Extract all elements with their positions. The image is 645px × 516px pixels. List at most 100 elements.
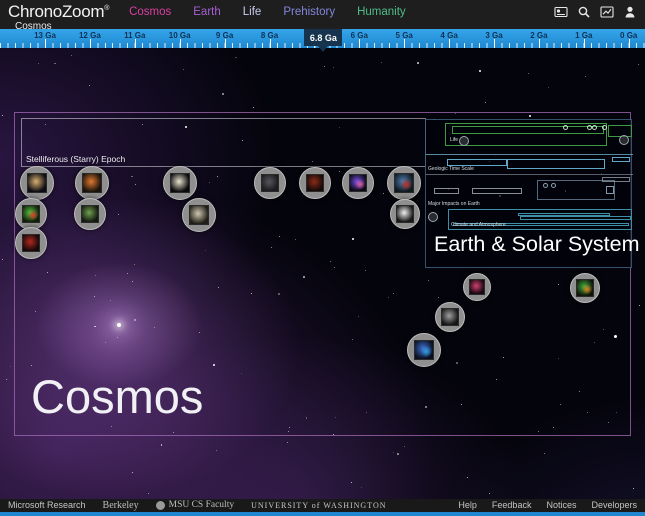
region-title-stelliferous: Stelliferous (Starry) Epoch [26,154,125,164]
dark-panel-exhibit[interactable] [254,167,286,199]
timeline-life[interactable]: Life [445,123,607,146]
collage-panels-exhibit[interactable] [387,166,421,200]
galaxy-cluster-exhibit[interactable] [163,166,197,200]
gts-sub-timeline [507,159,605,169]
white-square-exhibit[interactable] [390,199,420,229]
red-panels-exhibit[interactable] [15,227,47,259]
ruler-tick [359,39,360,48]
blue-pink-nebula-exhibit-thumbnail [349,174,368,193]
nav-item-humanity[interactable]: Humanity [357,6,406,18]
gray-rock-exhibit-thumbnail [441,308,458,325]
ruler-tick-label: 13 Ga [25,31,65,40]
footer-bar: Microsoft Research Berkeley MSU CS Faculty… [0,499,645,512]
ruler-tick [270,39,271,48]
white-square-exhibit-thumbnail [396,205,413,222]
cmb-map-exhibit-thumbnail [22,205,41,224]
timeline-region-stelliferous[interactable]: Stelliferous (Starry) Epoch [21,118,426,167]
exhibit-dot[interactable] [592,125,597,130]
top-navbar: ChronoZoom® Cosmos Earth Life Prehistory Hum… [0,0,645,29]
ruler-tick-label: 5 Ga [384,31,424,40]
footer-sponsors: Microsoft Research Berkeley MSU CS Faculty… [8,500,387,511]
ruler-tick-label: 8 Ga [250,31,290,40]
region-title-cosmos: Cosmos [31,369,203,424]
exhibit-dot[interactable] [543,183,548,188]
timeline-label-life: Life [450,138,458,143]
footer-logo-msu-cs-faculty[interactable]: MSU CS Faculty [156,500,234,511]
impacts-inner-box [606,186,614,194]
timeline-major-impacts[interactable]: Major Impacts on Earth [426,180,633,207]
earth-planet-exhibit-thumbnail [414,340,434,360]
gray-rock-exhibit[interactable] [435,302,465,332]
footer-links: Help Feedback Notices Developers [458,500,637,511]
ruler-tick [494,39,495,48]
marker-arrow-icon [318,46,328,52]
timeline-label-climate-atmosphere: Climate and Atmosphere [451,223,506,228]
timeline-climate-atmosphere[interactable]: Climate and Atmosphere [448,209,632,230]
exhibit-dot[interactable] [563,125,568,130]
graph-icon[interactable] [600,5,614,19]
tours-icon[interactable] [554,5,568,19]
nav-item-cosmos[interactable]: Cosmos [129,6,171,18]
pink-nebula-exhibit[interactable] [463,273,491,301]
ruler-tick [539,39,540,48]
nav-item-earth[interactable]: Earth [193,6,221,18]
ruler-tick-label: 3 Ga [474,31,514,40]
blue-pink-nebula-exhibit[interactable] [342,167,374,199]
msu-badge-icon [156,501,165,510]
ruler-tick-label: 9 Ga [205,31,245,40]
exhibit-dot[interactable] [602,125,607,130]
green-map-panels-exhibit[interactable] [74,198,106,230]
timeline-ruler[interactable]: 6.8 Ga 13 Ga12 Ga11 Ga10 Ga9 Ga8 Ga6 Ga5… [0,29,645,48]
profile-icon[interactable] [623,5,637,19]
impacts-sub-box [434,188,459,194]
ruler-tick-label: 2 Ga [519,31,559,40]
footer-logo-microsoft-research[interactable]: Microsoft Research [8,500,86,511]
marker-label: 6.8 Ga [310,33,337,43]
life-sub-timeline [452,126,604,134]
orange-panels-exhibit[interactable] [75,166,109,200]
bottom-scroll-strip[interactable] [0,512,645,516]
nav-item-prehistory[interactable]: Prehistory [283,6,335,18]
footer-logo-berkeley[interactable]: Berkeley [103,500,139,511]
ruler-tick [45,39,46,48]
footer-logo-university-of-washington[interactable]: UNIVERSITY of WASHINGTON [251,500,386,511]
timeline-region-earth-solar-system[interactable]: Life Geologic Time Scale [425,119,632,268]
video-bubble-icon[interactable] [619,135,629,145]
video-bubble-icon[interactable] [459,136,469,146]
app-logo[interactable]: ChronoZoom® [8,2,109,22]
footer-link-feedback[interactable]: Feedback [492,500,532,511]
supernova-ring-exhibit[interactable] [570,273,600,303]
pink-nebula-exhibit-thumbnail [469,279,485,295]
gts-sub-timeline [612,157,630,162]
red-nebula-exhibit[interactable] [299,167,331,199]
video-bubble-icon[interactable] [428,212,438,222]
space-canvas[interactable]: Stelliferous (Starry) Epoch Life [0,48,645,499]
climate-bar [520,216,631,220]
spiral-galaxy-exhibit[interactable] [20,166,54,200]
ruler-tick [225,39,226,48]
footer-link-help[interactable]: Help [458,500,477,511]
ruler-tick [135,39,136,48]
nav-item-life[interactable]: Life [243,6,262,18]
galaxy-cluster-exhibit-thumbnail [170,173,190,193]
chronozoom-app: ChronoZoom® Cosmos Earth Life Prehistory Hum… [0,0,645,516]
exhibit-dot[interactable] [551,183,556,188]
timeline-region-cosmos[interactable]: Stelliferous (Starry) Epoch Life [14,112,631,436]
footer-link-developers[interactable]: Developers [591,500,637,511]
portrait-panel-exhibit[interactable] [182,198,216,232]
footer-link-notices[interactable]: Notices [546,500,576,511]
timeline-geologic-time-scale[interactable]: Geologic Time Scale [426,154,633,175]
ruler-tick-label: 0 Ga [609,31,645,40]
ruler-tick-label: 11 Ga [115,31,155,40]
timeline-label-major-impacts: Major Impacts on Earth [428,202,480,207]
current-position-marker[interactable]: 6.8 Ga [304,29,342,46]
red-nebula-exhibit-thumbnail [306,174,325,193]
cmb-map-exhibit[interactable] [15,198,47,230]
search-icon[interactable] [577,5,591,19]
ruler-tick-label: 12 Ga [70,31,110,40]
ruler-tick-label: 1 Ga [564,31,604,40]
region-title-earth-solar-system: Earth & Solar System [434,232,640,257]
earth-planet-exhibit[interactable] [407,333,441,367]
dark-panel-exhibit-thumbnail [261,174,280,193]
ruler-tick [90,39,91,48]
